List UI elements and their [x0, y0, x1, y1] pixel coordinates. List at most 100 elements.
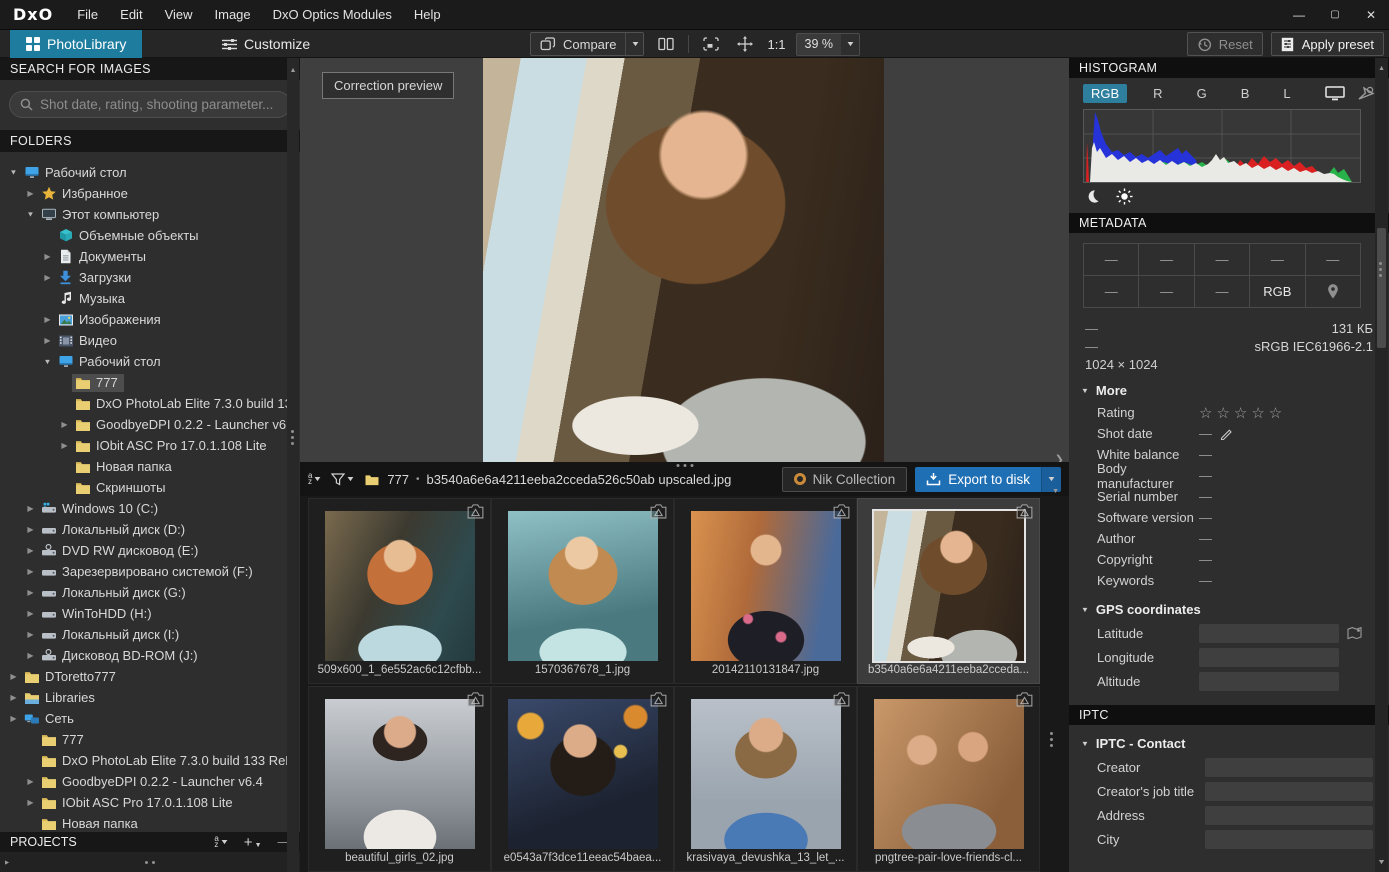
panel-scrollbar-handle[interactable]	[1377, 228, 1386, 348]
expander-closed-icon[interactable]: ▶	[23, 567, 38, 576]
expander-closed-icon[interactable]: ▶	[23, 777, 38, 786]
zoom-1to1-button[interactable]: 1:1	[767, 37, 785, 52]
channel-tab-rgb[interactable]: RGB	[1083, 84, 1127, 103]
projects-sort-button[interactable]: az▼	[214, 836, 227, 848]
expander-closed-icon[interactable]: ▶	[57, 441, 72, 450]
channel-tab-b[interactable]: B	[1233, 84, 1258, 103]
tree-item[interactable]: ▶Сеть	[0, 708, 287, 729]
filmstrip-panel-grip[interactable]	[1050, 732, 1053, 747]
expander-open-icon[interactable]: ▼	[40, 357, 55, 365]
more-section-header[interactable]: ▼More	[1069, 372, 1389, 402]
tree-item[interactable]: ▼Рабочий стол	[0, 351, 287, 372]
tree-item[interactable]: ▶Windows 10 (C:)	[0, 498, 287, 519]
filter-button[interactable]: ▼	[331, 473, 354, 486]
zoom-level-dropdown[interactable]: ▼	[841, 34, 859, 55]
expander-closed-icon[interactable]: ▶	[57, 420, 72, 429]
longitude-input[interactable]	[1199, 648, 1339, 667]
thumbnail-image[interactable]	[874, 511, 1024, 661]
current-folder-name[interactable]: 777	[387, 472, 409, 487]
maximize-button[interactable]: ▢	[1317, 0, 1353, 29]
preview-image[interactable]	[483, 58, 884, 462]
thumbnail-cell[interactable]: beautiful_girls_02.jpg	[308, 686, 491, 872]
expander-closed-icon[interactable]: ▶	[40, 315, 55, 324]
menu-item-edit[interactable]: Edit	[109, 7, 153, 22]
expander-closed-icon[interactable]: ▶	[23, 504, 38, 513]
tree-item[interactable]: Объемные объекты	[0, 225, 287, 246]
thumbnail-cell[interactable]: 509x600_1_6e552ac6c12cfbb...	[308, 498, 491, 684]
expander-closed-icon[interactable]: ▶	[6, 672, 21, 681]
apply-preset-button[interactable]: Apply preset	[1271, 32, 1384, 56]
thumbnail-image[interactable]	[874, 699, 1024, 849]
expander-closed-icon[interactable]: ▶	[40, 336, 55, 345]
map-icon[interactable]	[1347, 626, 1363, 640]
tree-item[interactable]: ▶Локальный диск (G:)	[0, 582, 287, 603]
expander-closed-icon[interactable]: ▶	[6, 714, 21, 723]
tree-item[interactable]: ▶Дисковод BD-ROM (J:)	[0, 645, 287, 666]
channel-tab-r[interactable]: R	[1145, 84, 1170, 103]
compare-button[interactable]: Compare ▼	[530, 32, 644, 56]
side-by-side-icon[interactable]	[654, 32, 678, 56]
monitor-icon[interactable]	[1325, 86, 1345, 101]
tree-item[interactable]: Новая папка	[0, 456, 287, 477]
expander-open-icon[interactable]: ▼	[23, 210, 38, 218]
right-panel-grip[interactable]	[1379, 262, 1382, 277]
tree-item[interactable]: ▶IObit ASC Pro 17.0.1.108 Lite	[0, 435, 287, 456]
latitude-input[interactable]	[1199, 624, 1339, 643]
thumbnail-image[interactable]	[691, 699, 841, 849]
channel-tab-g[interactable]: G	[1189, 84, 1215, 103]
sidebar-horizontal-scrollbar[interactable]: ▼ ▼	[0, 852, 300, 872]
channel-tab-l[interactable]: L	[1275, 84, 1298, 103]
tree-item[interactable]: ▶Локальный диск (I:)	[0, 624, 287, 645]
tree-item[interactable]: ▶DToretto777	[0, 666, 287, 687]
tree-item[interactable]: DxO PhotoLab Elite 7.3.0 build 133 Re	[0, 393, 287, 414]
thumbnail-cell[interactable]: 1570367678_1.jpg	[491, 498, 674, 684]
expander-closed-icon[interactable]: ▶	[23, 189, 38, 198]
tree-item[interactable]: ▶Локальный диск (D:)	[0, 519, 287, 540]
address-input[interactable]	[1205, 806, 1373, 825]
filmstrip-sort-button[interactable]: az▼	[308, 473, 321, 485]
tree-item[interactable]: ▶Зарезервировано системой (F:)	[0, 561, 287, 582]
reset-button[interactable]: Reset	[1187, 32, 1263, 56]
thumbnail-image[interactable]	[508, 511, 658, 661]
tree-item[interactable]: Новая папка	[0, 813, 287, 830]
expander-closed-icon[interactable]: ▶	[40, 252, 55, 261]
tree-item[interactable]: ▼Этот компьютер	[0, 204, 287, 225]
thumbnail-image[interactable]	[325, 511, 475, 661]
tree-item[interactable]: ▶DVD RW дисковод (E:)	[0, 540, 287, 561]
menu-item-view[interactable]: View	[154, 7, 204, 22]
shadow-clipping-moon-icon[interactable]	[1085, 189, 1100, 204]
thumbnail-image[interactable]	[508, 699, 658, 849]
tree-item[interactable]: ▶Избранное	[0, 183, 287, 204]
nik-collection-button[interactable]: Nik Collection	[782, 467, 908, 492]
panel-scroll-down-icon[interactable]: ▼	[1373, 859, 1389, 866]
tree-item[interactable]: ▶IObit ASC Pro 17.0.1.108 Lite	[0, 792, 287, 813]
expander-closed-icon[interactable]: ▶	[23, 798, 38, 807]
expander-closed-icon[interactable]: ▶	[23, 546, 38, 555]
pan-icon[interactable]	[733, 32, 757, 56]
thumbnail-image[interactable]	[325, 699, 475, 849]
menu-item-file[interactable]: File	[66, 7, 109, 22]
tree-item[interactable]: Музыка	[0, 288, 287, 309]
expander-closed-icon[interactable]: ▶	[23, 630, 38, 639]
tree-item[interactable]: 777	[0, 729, 287, 750]
zoom-level-select[interactable]: 39 % ▼	[796, 33, 861, 56]
tree-item[interactable]: ▶Документы	[0, 246, 287, 267]
expander-closed-icon[interactable]: ▶	[23, 609, 38, 618]
iptc-contact-header[interactable]: ▼IPTC - Contact	[1069, 725, 1389, 755]
tree-item[interactable]: ▶Загрузки	[0, 267, 287, 288]
rating-stars[interactable]: ☆☆☆☆☆	[1199, 404, 1286, 422]
tree-item[interactable]: ▶Libraries	[0, 687, 287, 708]
sidebar-vertical-scrollbar[interactable]: ▼	[287, 58, 299, 872]
fit-screen-icon[interactable]	[699, 32, 723, 56]
soft-proofing-icon[interactable]	[1357, 86, 1375, 101]
tree-item[interactable]: ▶Изображения	[0, 309, 287, 330]
scrollbar-handle-dots[interactable]	[145, 861, 155, 864]
altitude-input[interactable]	[1199, 672, 1339, 691]
thumbnail-cell[interactable]: b3540a6e6a4211eeba2cceda...	[857, 498, 1040, 684]
sidebar-splitter-grip[interactable]	[291, 430, 294, 445]
tree-item[interactable]: 777	[0, 372, 287, 393]
menu-item-help[interactable]: Help	[403, 7, 452, 22]
gps-section-header[interactable]: ▼GPS coordinates	[1069, 591, 1389, 621]
expander-open-icon[interactable]: ▼	[6, 168, 21, 176]
filmstrip-collapse-icon[interactable]: ▼	[1052, 488, 1059, 495]
